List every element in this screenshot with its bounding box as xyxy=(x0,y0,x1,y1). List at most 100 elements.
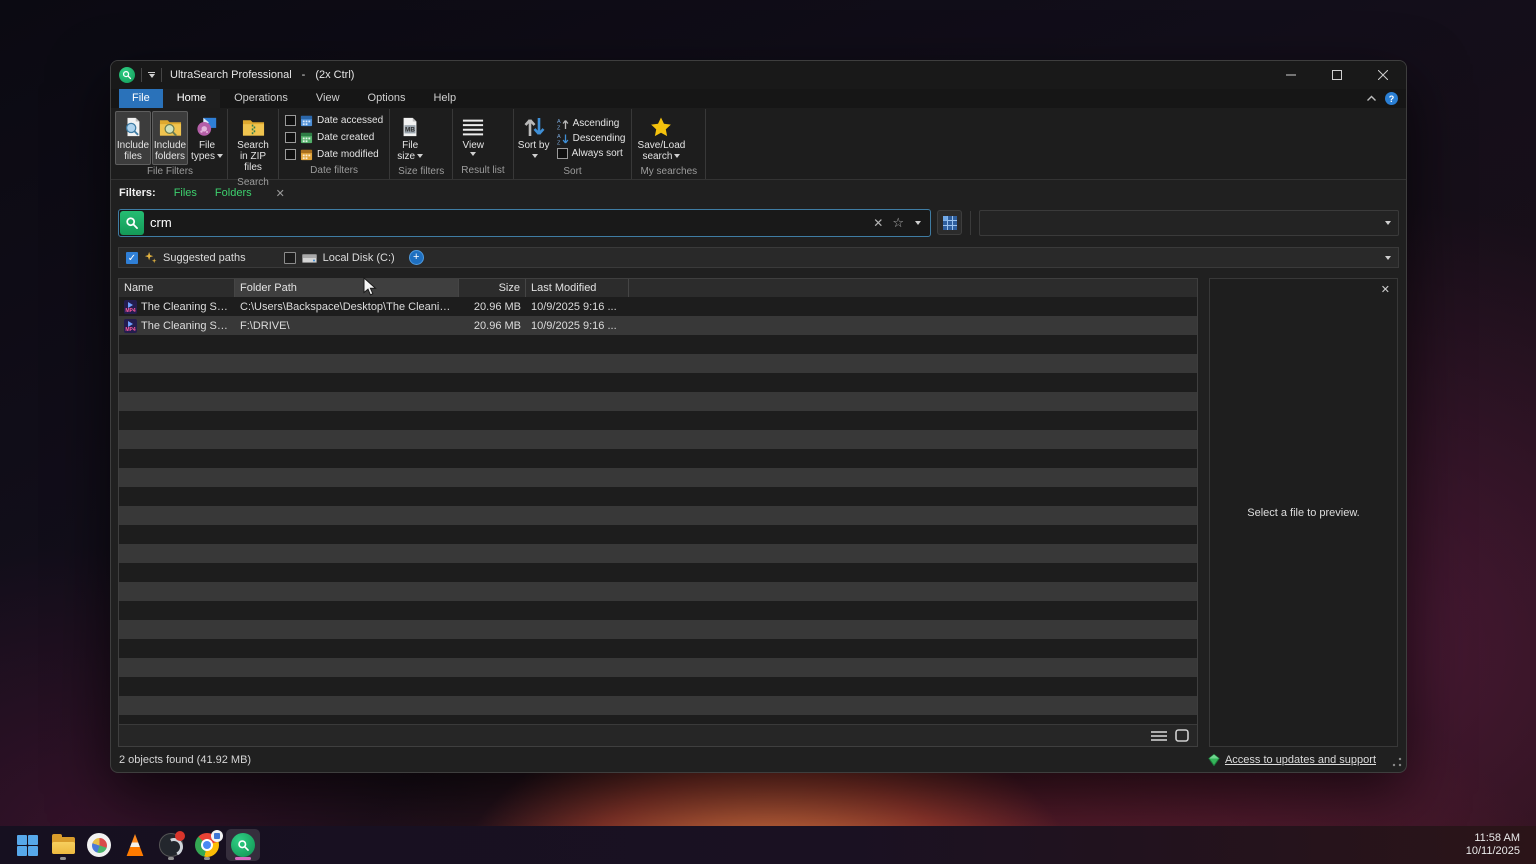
ascending-button[interactable]: AZ Ascending xyxy=(557,118,626,130)
checkbox xyxy=(285,149,296,160)
file-types-button[interactable]: File types xyxy=(189,111,225,165)
descending-button[interactable]: AZ Descending xyxy=(557,133,626,145)
sort-arrows-icon xyxy=(522,114,546,140)
column-header-folder-path[interactable]: Folder Path xyxy=(235,279,459,297)
chrome-button[interactable] xyxy=(190,829,224,861)
sort-ascending-icon: AZ xyxy=(557,118,569,130)
pie-chart-app-button[interactable] xyxy=(82,829,116,861)
separator xyxy=(970,211,971,235)
filter-folders-link[interactable]: Folders xyxy=(215,187,252,199)
paths-bar-caret-icon[interactable] xyxy=(1385,256,1391,260)
maximize-button[interactable] xyxy=(1314,61,1360,89)
table-row[interactable]: MP4 The Cleaning Softwa... F:\DRIVE\ 20.… xyxy=(119,316,1197,335)
cell-folder-path: C:\Users\Backspace\Desktop\The Cleaning … xyxy=(235,301,459,313)
dropdown-caret-icon xyxy=(532,154,538,158)
close-button[interactable] xyxy=(1360,61,1406,89)
date-created-checkbox[interactable]: Date created xyxy=(285,131,383,144)
ribbon-group-date-filters: Date accessed Date created Date modified xyxy=(279,109,390,179)
filters-label: Filters: xyxy=(119,187,156,199)
running-indicator xyxy=(168,857,174,860)
calendar-green-icon xyxy=(300,131,313,144)
local-disk-label: Local Disk (C:) xyxy=(323,252,395,264)
empty-rows-area xyxy=(119,335,1197,724)
file-explorer-button[interactable] xyxy=(46,829,80,861)
column-header-last-modified[interactable]: Last Modified xyxy=(526,279,629,297)
export-results-button[interactable] xyxy=(937,210,962,235)
include-files-icon xyxy=(122,114,144,140)
magnifier-icon xyxy=(122,70,132,80)
help-icon[interactable]: ? xyxy=(1385,92,1398,105)
suggested-paths-checkbox[interactable]: ✓ xyxy=(126,252,138,264)
desktop: UltraSearch Professional - (2x Ctrl) Fil… xyxy=(0,0,1536,864)
view-button[interactable]: View xyxy=(455,111,491,164)
filter-files-link[interactable]: Files xyxy=(174,187,197,199)
results-footer xyxy=(119,724,1197,746)
support-link[interactable]: Access to updates and support xyxy=(1225,754,1376,766)
svg-text:Z: Z xyxy=(557,140,561,145)
tab-options[interactable]: Options xyxy=(354,89,420,108)
windows-logo-icon xyxy=(17,835,38,856)
svg-text:A: A xyxy=(557,119,561,125)
app-icon[interactable] xyxy=(119,67,135,83)
ribbon-group-file-filters: Include files Include folders File types xyxy=(113,109,228,179)
file-size-icon: MB xyxy=(400,114,420,140)
ribbon-group-my-searches: Save/Load search My searches xyxy=(632,109,706,179)
search-input[interactable] xyxy=(150,215,867,230)
include-files-button[interactable]: Include files xyxy=(115,111,151,165)
table-row[interactable]: MP4 The Cleaning Softwa... C:\Users\Back… xyxy=(119,297,1197,316)
disk-drive-icon xyxy=(302,252,317,264)
calendar-orange-icon xyxy=(300,148,313,161)
favorite-star-icon[interactable]: ☆ xyxy=(892,215,904,231)
thumbnail-view-toggle-icon[interactable] xyxy=(1175,729,1189,742)
exclude-filter-combo[interactable] xyxy=(979,210,1399,236)
button-label: Include files xyxy=(117,140,149,162)
minimize-button[interactable] xyxy=(1268,61,1314,89)
date-accessed-checkbox[interactable]: Date accessed xyxy=(285,114,383,127)
save-load-search-button[interactable]: Save/Load search xyxy=(634,111,688,165)
svg-text:A: A xyxy=(557,134,561,140)
details-view-toggle-icon[interactable] xyxy=(1151,730,1167,742)
vlc-button[interactable] xyxy=(118,829,152,861)
sort-descending-icon: AZ xyxy=(557,133,569,145)
add-path-button[interactable]: + xyxy=(409,250,424,265)
column-header-size[interactable]: Size xyxy=(459,279,526,297)
taskbar-clock[interactable]: 11:58 AM 10/11/2025 xyxy=(1466,832,1536,858)
checkbox-label: Date created xyxy=(317,132,374,143)
tab-view[interactable]: View xyxy=(302,89,354,108)
search-history-caret-icon[interactable] xyxy=(915,221,921,225)
tab-home[interactable]: Home xyxy=(163,89,220,108)
tab-help[interactable]: Help xyxy=(419,89,470,108)
resize-grip[interactable] xyxy=(1392,757,1402,767)
close-preview-icon[interactable]: ✕ xyxy=(1381,283,1390,296)
tab-file[interactable]: File xyxy=(119,89,163,108)
always-sort-checkbox[interactable]: Always sort xyxy=(557,148,626,159)
clear-filters-icon[interactable]: ✕ xyxy=(276,187,285,200)
search-button[interactable] xyxy=(120,211,144,235)
clear-search-icon[interactable]: ✕ xyxy=(873,216,883,230)
dropdown-caret-icon xyxy=(217,154,223,158)
ultrasearch-taskbar-button[interactable] xyxy=(226,829,260,861)
search-paths-bar: ✓ Suggested paths Local Disk (C:) + xyxy=(118,247,1399,268)
sort-by-button[interactable]: Sort by xyxy=(516,111,552,165)
obs-button[interactable] xyxy=(154,829,188,861)
ribbon-tab-bar: File Home Operations View Options Help ? xyxy=(111,89,1406,108)
customize-qat-button[interactable] xyxy=(148,72,155,78)
start-button[interactable] xyxy=(10,829,44,861)
file-size-button[interactable]: MB File size xyxy=(392,111,428,165)
sparkle-icon xyxy=(144,251,157,264)
list-lines-icon xyxy=(462,114,484,140)
include-folders-button[interactable]: Include folders xyxy=(152,111,188,165)
collapse-ribbon-icon[interactable] xyxy=(1366,95,1377,102)
search-in-zip-button[interactable]: Search in ZIP files xyxy=(230,111,276,176)
content-area: Name Folder Path Size Last Modified MP4 … xyxy=(118,278,1399,747)
running-indicator xyxy=(60,857,66,860)
zip-folder-icon xyxy=(242,114,265,140)
checkbox xyxy=(285,132,296,143)
column-header-name[interactable]: Name xyxy=(119,279,235,297)
tab-operations[interactable]: Operations xyxy=(220,89,302,108)
cell-name: The Cleaning Softwa... xyxy=(141,320,230,332)
date-modified-checkbox[interactable]: Date modified xyxy=(285,148,383,161)
local-disk-checkbox[interactable] xyxy=(284,252,296,264)
window-controls xyxy=(1268,61,1406,89)
button-label: Search in ZIP files xyxy=(232,140,274,173)
